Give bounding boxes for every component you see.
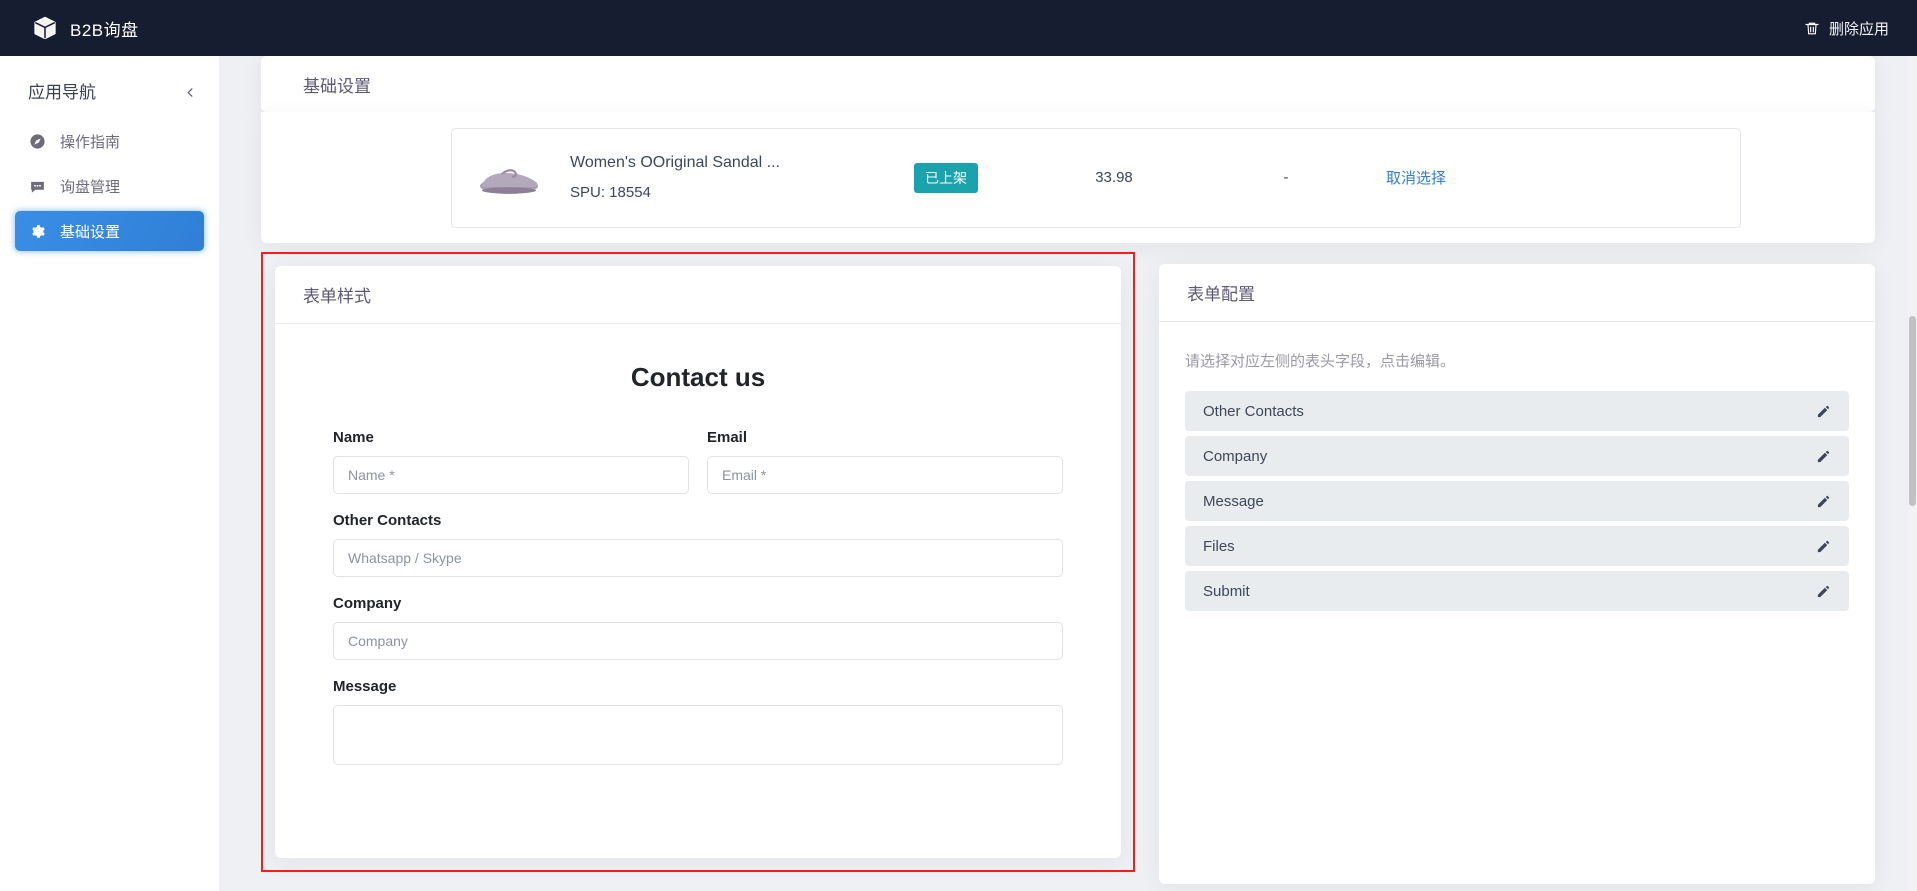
message-field-group: Message bbox=[333, 678, 1063, 770]
email-field-group: Email bbox=[707, 429, 1063, 494]
message-textarea[interactable] bbox=[333, 705, 1063, 765]
cube-icon bbox=[32, 15, 58, 41]
form-preview: Contact us Name Email Other Contacts bbox=[275, 324, 1121, 770]
page-scrollbar[interactable] bbox=[1908, 56, 1917, 891]
form-style-highlight: 表单样式 Contact us Name Email bbox=[261, 252, 1135, 872]
sidebar: 应用导航 操作指南 询盘管理 基础设置 bbox=[0, 56, 219, 891]
top-bar: B2B询盘 删除应用 bbox=[0, 0, 1917, 56]
config-item-files[interactable]: Files bbox=[1185, 526, 1849, 566]
pencil-icon[interactable] bbox=[1816, 584, 1831, 599]
page-header-card: 基础设置 bbox=[261, 56, 1875, 112]
sidebar-item-inquiry[interactable]: 询盘管理 bbox=[15, 166, 204, 206]
chat-bubble-icon bbox=[29, 178, 46, 195]
form-config-card-title: 表单配置 bbox=[1159, 264, 1875, 322]
other-contacts-label: Other Contacts bbox=[333, 512, 442, 529]
settings-split: 表单样式 Contact us Name Email bbox=[261, 252, 1875, 884]
compass-icon bbox=[29, 133, 46, 150]
sidebar-item-label: 操作指南 bbox=[60, 133, 121, 151]
product-price: 33.98 bbox=[1095, 169, 1133, 186]
config-item-submit[interactable]: Submit bbox=[1185, 571, 1849, 611]
form-config-body: 请选择对应左侧的表头字段，点击编辑。 Other Contacts Compan… bbox=[1159, 322, 1875, 611]
config-item-message[interactable]: Message bbox=[1185, 481, 1849, 521]
name-email-row: Name Email bbox=[333, 429, 1063, 494]
pencil-icon[interactable] bbox=[1816, 404, 1831, 419]
pencil-icon[interactable] bbox=[1816, 494, 1831, 509]
gear-icon bbox=[29, 223, 46, 240]
other-contacts-field-group: Other Contacts bbox=[333, 512, 1063, 577]
company-input[interactable] bbox=[333, 622, 1063, 660]
message-label: Message bbox=[333, 678, 397, 695]
name-field-group: Name bbox=[333, 429, 689, 494]
page-title: 基础设置 bbox=[303, 76, 371, 96]
product-card: Women's OOriginal Sandal ... SPU: 18554 … bbox=[261, 112, 1875, 243]
other-contacts-input[interactable] bbox=[333, 539, 1063, 577]
pencil-icon[interactable] bbox=[1816, 449, 1831, 464]
chevron-left-icon bbox=[185, 85, 196, 97]
config-item-label: Other Contacts bbox=[1203, 402, 1304, 420]
sidebar-title: 应用导航 bbox=[28, 83, 96, 102]
config-item-other-contacts[interactable]: Other Contacts bbox=[1185, 391, 1849, 431]
form-config-card: 表单配置 请选择对应左侧的表头字段，点击编辑。 Other Contacts C… bbox=[1159, 264, 1875, 884]
config-item-label: Company bbox=[1203, 447, 1268, 465]
form-style-card-title: 表单样式 bbox=[275, 266, 1121, 324]
sidebar-collapse-button[interactable] bbox=[179, 80, 201, 102]
config-item-label: Files bbox=[1203, 537, 1235, 555]
product-row[interactable]: Women's OOriginal Sandal ... SPU: 18554 … bbox=[451, 127, 1741, 228]
sidebar-item-settings[interactable]: 基础设置 bbox=[15, 211, 204, 251]
unselect-product-link[interactable]: 取消选择 bbox=[1386, 167, 1446, 188]
email-label: Email bbox=[707, 429, 748, 446]
delete-app-label: 删除应用 bbox=[1828, 20, 1889, 38]
config-item-label: Submit bbox=[1203, 582, 1250, 600]
sidebar-item-guide[interactable]: 操作指南 bbox=[15, 121, 204, 161]
config-item-label: Message bbox=[1203, 492, 1264, 510]
sandal-image bbox=[476, 151, 542, 205]
brand-title: B2B询盘 bbox=[70, 20, 139, 40]
status-badge: 已上架 bbox=[914, 162, 978, 193]
form-config-hint: 请选择对应左侧的表头字段，点击编辑。 bbox=[1185, 353, 1456, 370]
main-content: 基础设置 Women's OOriginal Sandal ... SPU: 1… bbox=[219, 56, 1917, 891]
email-input[interactable] bbox=[707, 456, 1063, 494]
sidebar-header: 应用导航 bbox=[0, 56, 219, 103]
trash-icon bbox=[1804, 20, 1820, 37]
contact-heading: Contact us bbox=[630, 362, 766, 392]
delete-app-button[interactable]: 删除应用 bbox=[1804, 18, 1889, 39]
pencil-icon[interactable] bbox=[1816, 539, 1831, 554]
brand[interactable]: B2B询盘 bbox=[32, 15, 139, 41]
name-label: Name bbox=[333, 429, 374, 446]
form-style-card: 表单样式 Contact us Name Email bbox=[275, 266, 1121, 858]
page-scrollbar-thumb[interactable] bbox=[1909, 316, 1916, 506]
product-spu: SPU: 18554 bbox=[570, 184, 651, 201]
sidebar-item-label: 询盘管理 bbox=[60, 178, 121, 196]
company-label: Company bbox=[333, 595, 402, 612]
product-name: Women's OOriginal Sandal ... bbox=[570, 154, 780, 171]
product-extra: - bbox=[1283, 169, 1289, 186]
sidebar-item-label: 基础设置 bbox=[60, 223, 121, 241]
company-field-group: Company bbox=[333, 595, 1063, 660]
sidebar-nav: 操作指南 询盘管理 基础设置 bbox=[0, 121, 219, 251]
name-input[interactable] bbox=[333, 456, 689, 494]
config-item-company[interactable]: Company bbox=[1185, 436, 1849, 476]
product-info: Women's OOriginal Sandal ... SPU: 18554 bbox=[570, 154, 870, 201]
